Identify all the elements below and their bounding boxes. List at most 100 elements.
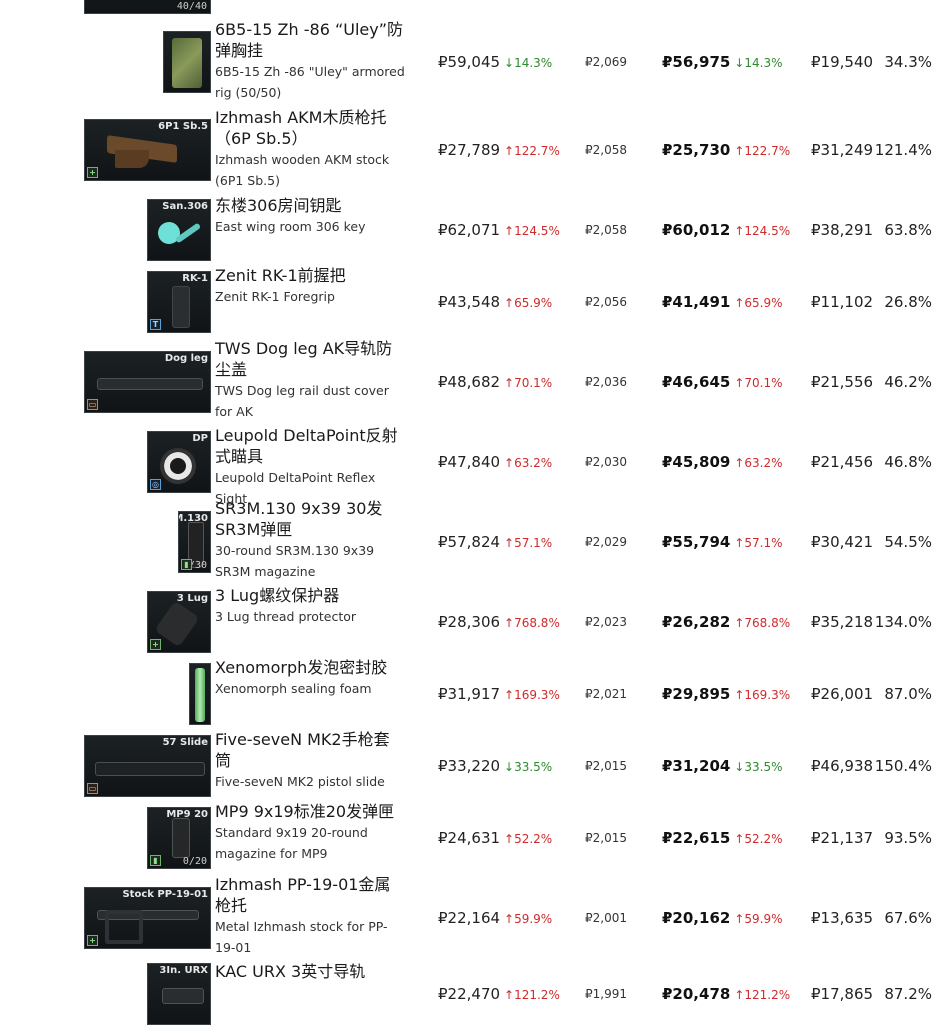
table-row[interactable]: 6P1 Sb.5 + Izhmash AKM木质枪托（6P Sb.5） Izhmash… [0, 107, 939, 195]
item-name[interactable]: Izhmash AKM木质枪托（6P Sb.5） Izhmash wooden A… [215, 107, 405, 191]
item-thumbnail[interactable]: SR3M.1300/30▮ [178, 511, 211, 573]
item-image [162, 988, 204, 1004]
item-image [95, 762, 205, 776]
item-thumbnail[interactable]: MP9 20 0/20 ▮ [147, 807, 211, 869]
item-thumbnail[interactable]: 57 Slide ▭ [84, 735, 211, 797]
item-thumbnail[interactable]: 3In. URX [147, 963, 211, 1025]
item-name-zh: Xenomorph发泡密封胶 [215, 658, 388, 677]
price-cell: ₽33,220 ↓33.5% [438, 757, 552, 775]
table-row[interactable]: 6B5-15 Zh -86 “Uley”防弹胸挂 6B5-15 Zh -86 "U… [0, 19, 939, 107]
item-thumbnail[interactable]: RK-1 T [147, 271, 211, 333]
item-thumbnail[interactable]: 6P1 Sb.5 + [84, 119, 211, 181]
item-thumbnail[interactable] [163, 31, 211, 93]
price-value: ₽47,840 [438, 453, 501, 471]
net-change: ↑57.1% [734, 536, 783, 550]
item-image [97, 378, 203, 390]
item-name[interactable]: TWS Dog leg AK导轨防尘盖 TWS Dog leg rail dust… [215, 338, 405, 422]
item-image [153, 217, 185, 249]
table-row[interactable]: SR3M.1300/30▮SR3M.130 9x39 30发SR3M弹匣 30-r… [0, 497, 939, 585]
item-name-zh: Izhmash AKM木质枪托（6P Sb.5） [215, 108, 387, 148]
price-value: ₽22,164 [438, 909, 501, 927]
net-cell: ₽46,645 ↑70.1% [662, 373, 783, 391]
price-cell: ₽59,045 ↓14.3% [438, 53, 552, 71]
item-name[interactable]: 6B5-15 Zh -86 “Uley”防弹胸挂 6B5-15 Zh -86 "U… [215, 19, 405, 103]
item-name[interactable]: Izhmash PP-19-01金属枪托 Metal Izhmash stock … [215, 874, 405, 958]
net-value: ₽29,895 [662, 685, 731, 703]
item-name-zh: 6B5-15 Zh -86 “Uley”防弹胸挂 [215, 20, 404, 60]
ratio-cell: 34.3% [884, 53, 932, 71]
price-change: ↑122.7% [504, 144, 560, 158]
item-name[interactable]: MP9 9x19标准20发弹匣 Standard 9x19 20-round ma… [215, 801, 405, 864]
table-row[interactable]: Xenomorph发泡密封胶 Xenomorph sealing foam ₽31,… [0, 657, 939, 729]
net-value: ₽45,809 [662, 453, 731, 471]
avg-price-cell: ₽21,456 [811, 453, 874, 471]
item-type-icon: ▮ [150, 855, 161, 866]
avg-price-cell: ₽19,540 [811, 53, 874, 71]
net-value: ₽20,162 [662, 909, 731, 927]
item-short-name: Dog leg [164, 353, 208, 364]
item-name[interactable]: 3 Lug螺纹保护器 3 Lug thread protector [215, 585, 405, 627]
price-change: ↓33.5% [504, 760, 553, 774]
item-name[interactable]: SR3M.130 9x39 30发SR3M弹匣 30-round SR3M.130… [215, 498, 405, 582]
item-short-name: 57 Slide [162, 737, 208, 748]
price-value: ₽22,470 [438, 985, 501, 1003]
fee-cell: ₽2,056 [585, 295, 627, 309]
price-change: ↑169.3% [504, 688, 560, 702]
item-name[interactable]: KAC URX 3英寸导轨 [215, 961, 405, 982]
table-row[interactable]: 40/40 [0, 0, 939, 14]
item-type-icon: ▭ [87, 399, 98, 410]
item-name-zh: 东楼306房间钥匙 [215, 196, 342, 215]
table-row[interactable]: MP9 20 0/20 ▮ MP9 9x19标准20发弹匣 Standard 9x19 … [0, 801, 939, 873]
table-row[interactable]: San.306 东楼306房间钥匙 East wing room 306 key ₽6… [0, 195, 939, 265]
price-value: ₽28,306 [438, 613, 501, 631]
item-name[interactable]: Xenomorph发泡密封胶 Xenomorph sealing foam [215, 657, 405, 699]
item-name-en: Standard 9x19 20-round magazine for MP9 [215, 825, 368, 861]
price-cell: ₽28,306 ↑768.8% [438, 613, 560, 631]
table-row[interactable]: 3 Lug +3 Lug螺纹保护器 3 Lug thread protector ₽2… [0, 585, 939, 657]
net-cell: ₽60,012 ↑124.5% [662, 221, 790, 239]
item-thumbnail[interactable]: Dog leg ▭ [84, 351, 211, 413]
item-short-name: RK-1 [182, 273, 208, 284]
price-change: ↑57.1% [504, 536, 553, 550]
item-name-zh: Leupold DeltaPoint反射式瞄具 [215, 426, 398, 466]
item-name[interactable]: 东楼306房间钥匙 East wing room 306 key [215, 195, 405, 237]
table-row[interactable]: RK-1 T Zenit RK-1前握把 Zenit RK-1 Foregrip ₽43… [0, 265, 939, 337]
item-name[interactable]: Five-seveN MK2手枪套筒 Five-seveN MK2 pistol … [215, 729, 405, 792]
item-thumbnail[interactable]: 3 Lug + [147, 591, 211, 653]
table-row[interactable]: 3In. URX KAC URX 3英寸导轨 ₽22,470 ↑121.2% ₽1,99… [0, 961, 939, 1033]
net-change: ↑768.8% [734, 616, 791, 630]
table-row[interactable]: Stock PP-19-01 + Izhmash PP-19-01金属枪托 Metal… [0, 873, 939, 961]
fee-cell: ₽2,030 [585, 455, 627, 469]
price-change: ↑63.2% [504, 456, 553, 470]
item-thumbnail[interactable]: San.306 [147, 199, 211, 261]
net-cell: ₽22,615 ↑52.2% [662, 829, 783, 847]
table-row[interactable]: DP ◎ Leupold DeltaPoint反射式瞄具 Leupold DeltaP… [0, 425, 939, 506]
table-row[interactable]: 57 Slide ▭ Five-seveN MK2手枪套筒 Five-seveN MK… [0, 729, 939, 801]
ratio-cell: 87.2% [884, 985, 932, 1003]
item-name[interactable]: Zenit RK-1前握把 Zenit RK-1 Foregrip [215, 265, 405, 307]
price-change: ↑124.5% [504, 224, 560, 238]
price-change: ↑52.2% [504, 832, 553, 846]
net-cell: ₽56,975 ↓14.3% [662, 53, 783, 71]
item-thumbnail[interactable] [189, 663, 211, 725]
item-type-icon: ▭ [87, 783, 98, 794]
net-value: ₽55,794 [662, 533, 731, 551]
item-name-en: Metal Izhmash stock for PP-19-01 [215, 919, 388, 955]
item-image [154, 600, 200, 648]
price-cell: ₽62,071 ↑124.5% [438, 221, 560, 239]
item-type-icon: + [87, 167, 98, 178]
item-thumbnail[interactable]: Stock PP-19-01 + [84, 887, 211, 949]
item-short-name: DP [192, 433, 208, 444]
net-cell: ₽25,730 ↑122.7% [662, 141, 790, 159]
table-row[interactable]: Dog leg ▭ TWS Dog leg AK导轨防尘盖 TWS Dog leg r… [0, 337, 939, 425]
ratio-cell: 54.5% [884, 533, 932, 551]
net-change: ↑63.2% [734, 456, 783, 470]
net-change: ↑70.1% [734, 376, 783, 390]
price-value: ₽27,789 [438, 141, 501, 159]
item-type-icon: ▮ [181, 559, 192, 570]
item-thumbnail[interactable]: DP ◎ [147, 431, 211, 493]
price-change: ↑65.9% [504, 296, 553, 310]
item-thumbnail[interactable]: 40/40 [84, 0, 211, 14]
avg-price-cell: ₽17,865 [811, 985, 874, 1003]
ratio-cell: 93.5% [884, 829, 932, 847]
